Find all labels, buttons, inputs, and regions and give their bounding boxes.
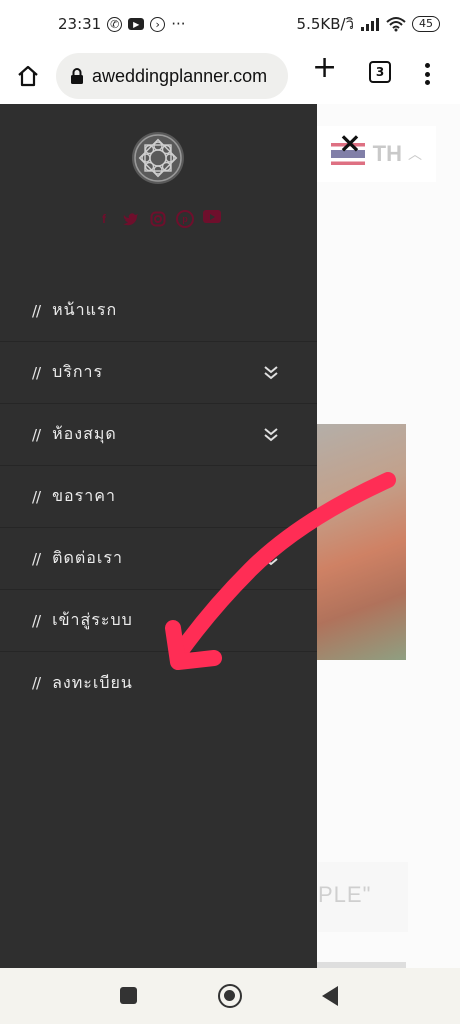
menu-item-prefix: // [32,487,41,506]
menu-item-prefix: // [32,301,41,320]
menu-item-label: บริการ [52,362,104,381]
menu-dot [424,80,430,85]
menu-item-prefix: // [32,363,41,382]
double-chevron-down-icon[interactable] [262,364,280,382]
language-switcher[interactable]: TH ︿ [314,126,436,182]
close-menu-button[interactable]: × [338,129,362,157]
status-right: 5.5KB/วิ 45 [297,12,440,36]
double-chevron-down-icon[interactable] [262,550,280,568]
menu-item-contact[interactable]: // ติดต่อเรา [0,528,317,590]
status-bar: 23:31 ✆ ▶ › ··· 5.5KB/วิ 45 [0,0,460,48]
menu-item-prefix: // [32,674,41,692]
status-time: 23:31 [58,15,102,33]
browser-toolbar: aweddingplanner.com + 3 [0,48,460,104]
system-navigation-bar [0,968,460,1024]
language-code: TH [372,141,402,166]
menu-item-label: ลงทะเบียน [52,672,133,692]
pinterest-icon[interactable]: p [176,210,194,228]
menu-item-library[interactable]: // ห้องสมุด [0,404,317,466]
double-chevron-down-icon[interactable] [262,426,280,444]
address-bar[interactable]: aweddingplanner.com [56,53,288,99]
menu-item-label: เข้าสู่ระบบ [52,610,133,629]
wifi-icon [386,17,406,32]
menu-item-prefix: // [32,611,41,630]
site-logo-icon [132,132,184,184]
menu-item-label: ห้องสมุด [52,424,117,443]
youtube-icon: ▶ [128,18,145,30]
menu-item-login[interactable]: // เข้าสู่ระบบ [0,590,317,652]
signal-icon [361,18,379,31]
url-text: aweddingplanner.com [92,65,268,86]
twitter-icon[interactable] [122,210,140,228]
menu-dot [424,71,430,77]
menu-item-services[interactable]: // บริการ [0,342,317,404]
status-left: 23:31 ✆ ▶ › ··· [58,15,186,33]
drawer-menu: // หน้าแรก // บริการ // ห้องสมุด // ขอรา… [0,280,317,714]
menu-item-prefix: // [32,425,41,444]
tab-switcher-button[interactable]: 3 [369,61,391,83]
menu-item-label: หน้าแรก [52,300,118,319]
menu-item-request-quote[interactable]: // ขอราคา [0,466,317,528]
more-notifications-icon: ··· [171,15,186,33]
navigation-drawer: f p // หน้าแรก // บริการ // ห้องสมุด // … [0,104,317,968]
menu-dot [424,63,430,68]
menu-item-label: ติดต่อเรา [52,548,123,567]
home-nav-button[interactable] [218,984,242,1008]
youtube-social-icon[interactable] [203,210,221,223]
whatsapp-icon: ✆ [107,16,123,32]
menu-item-prefix: // [32,549,41,568]
facebook-icon[interactable]: f [95,210,113,228]
battery-indicator: 45 [412,16,440,32]
wedding-photo [316,424,406,660]
lock-icon [71,68,83,84]
menu-item-label: ขอราคา [52,486,116,505]
play-notification-icon: › [150,16,166,32]
recent-apps-button[interactable] [120,987,137,1004]
menu-item-home[interactable]: // หน้าแรก [0,280,317,342]
social-links: f p [95,210,221,228]
network-speed: 5.5KB/วิ [296,15,354,33]
menu-item-register[interactable]: // ลงทะเบียน [0,652,317,714]
home-button[interactable] [0,64,56,88]
back-button[interactable] [322,986,338,1006]
new-tab-button[interactable]: + [312,53,337,83]
chevron-up-icon: ︿ [408,147,422,163]
home-icon [18,65,38,87]
quote-text: PLE" [318,882,372,907]
instagram-icon[interactable] [149,210,167,228]
browser-menu-button[interactable] [418,60,436,88]
